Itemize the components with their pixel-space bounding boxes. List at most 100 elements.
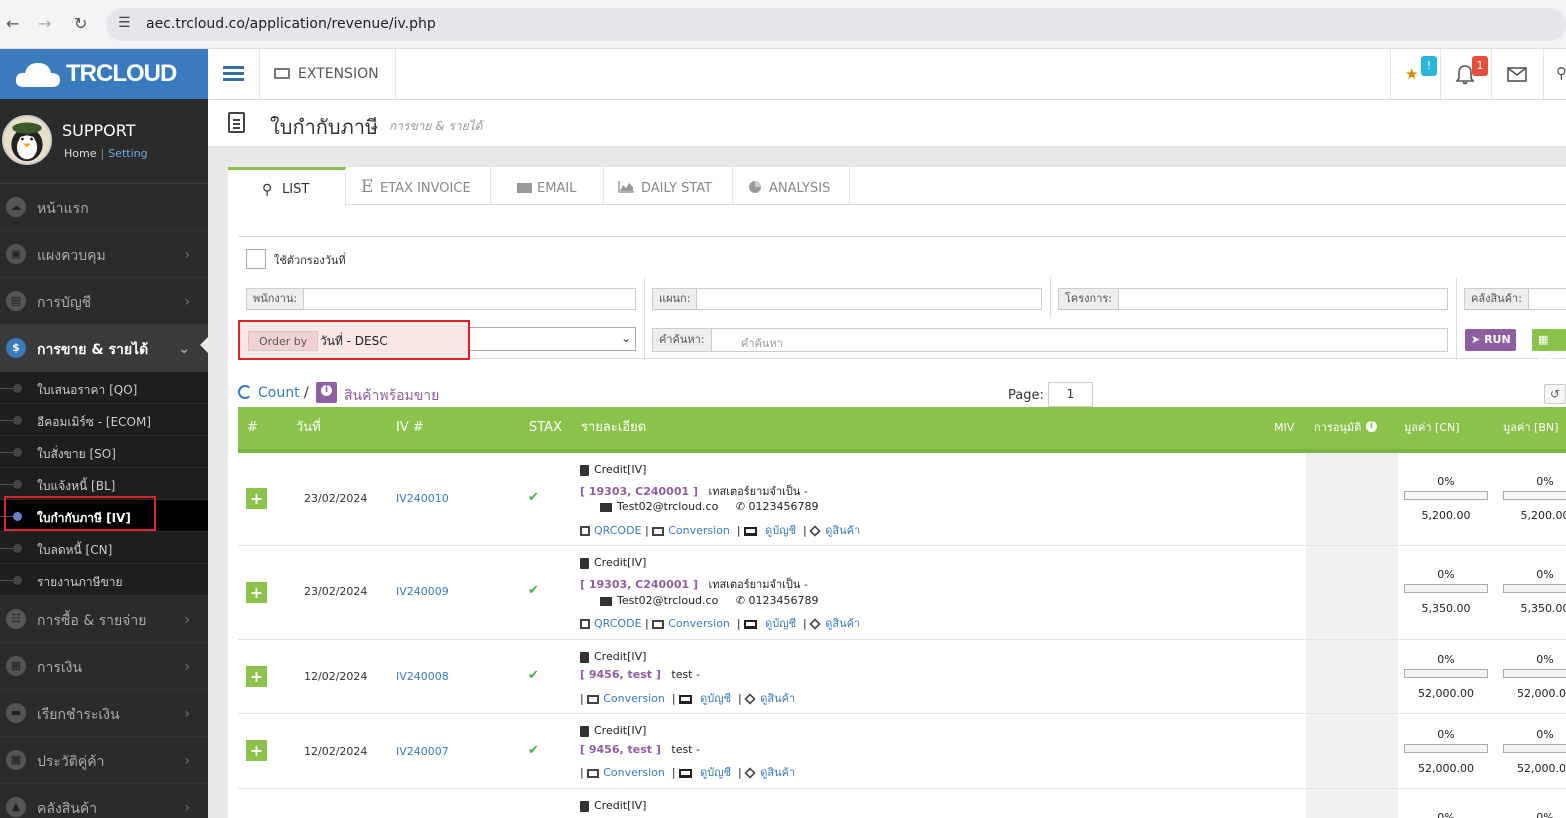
conversion-link[interactable]: Conversion [668,617,730,630]
search-input[interactable]: คำค้นหา: คำค้นหา [652,328,1448,352]
view-account-link[interactable]: ดูบัญชี [765,524,796,537]
tab-list[interactable]: ⚲ LIST [228,167,346,206]
qrcode-link[interactable]: QRCODE [594,617,642,630]
customer-code-link[interactable]: [ 9456, test ] [580,743,661,756]
row-type: Credit[IV] [580,463,646,476]
view-product-link[interactable]: ดูสินค้า [760,766,795,779]
book-icon [580,557,589,569]
row-iv-link[interactable]: IV240010 [396,492,449,505]
site-settings-icon[interactable]: ☰ [118,15,131,31]
department-filter[interactable]: แผนก: [652,288,1042,310]
qrcode-link[interactable]: QRCODE [594,524,642,537]
row-iv-link[interactable]: IV240007 [396,745,449,758]
approval-cell [1306,453,1398,545]
project-filter[interactable]: โครงการ: [1058,288,1448,310]
home-link[interactable]: Home [64,147,96,160]
logo[interactable]: TRCLOUD [0,49,208,99]
expand-button[interactable]: + [246,488,267,509]
search-icon: ⚲ [262,182,273,198]
row-type-text: Credit[IV] [594,650,647,663]
submenu-label: รายงานภาษีขาย [37,575,123,589]
date-filter-checkbox[interactable] [246,249,266,269]
forward-icon[interactable]: → [38,14,51,33]
info-icon: i [321,385,332,396]
row-iv-link[interactable]: IV240009 [396,585,449,598]
menu-item-home[interactable]: ☁ หน้าแรก [0,184,208,231]
conversion-link[interactable]: Conversion [603,766,665,779]
col-iv-number[interactable]: IV # [396,407,424,449]
expand-button[interactable]: + [246,582,267,603]
menu-item-customer[interactable]: ▩ ประวัติคู่ค้า › [0,737,208,784]
menu-item-billing[interactable]: ▬ เรียกชำระเงิน › [0,690,208,737]
news-button[interactable]: ★ ! [1390,49,1440,99]
view-product-link[interactable]: ดูสินค้า [825,617,860,630]
notification-button[interactable]: 1 [1440,49,1491,99]
tab-etax-invoice[interactable]: E ETAX INVOICE [346,167,491,205]
search-icon: ⚲ [1556,64,1566,82]
view-account-link[interactable]: ดูบัญชี [765,617,796,630]
employee-filter[interactable]: พนักงาน: [246,288,636,310]
table-row: Credit[IV] 0% 0% [238,789,1566,818]
menu-item-accounting[interactable]: ▤ การบัญชี › [0,278,208,325]
view-product-link[interactable]: ดูสินค้า [825,524,860,537]
back-icon[interactable]: ← [6,14,19,33]
run-button[interactable]: ➤ RUN [1465,329,1516,351]
row-iv-link[interactable]: IV240008 [396,670,449,683]
submenu-item-tax-report[interactable]: รายงานภาษีขาย [0,564,208,596]
customer-code-link[interactable]: [ 9456, test ] [580,668,661,681]
customer-code-link[interactable]: [ 19303, C240001 ] [580,485,698,498]
reload-icon[interactable]: ↻ [74,14,87,33]
filter-divider [1050,277,1051,317]
chevron-down-icon: ⌄ [620,331,631,345]
avatar[interactable] [2,115,52,165]
hamburger-bar [223,66,244,69]
info-icon[interactable]: i [1366,421,1377,432]
menu-item-purchase[interactable]: ☷ การซื้อ & รายจ่าย › [0,596,208,643]
conversion-link[interactable]: Conversion [603,692,665,705]
expand-button[interactable]: + [246,740,267,761]
url-text: aec.trcloud.co/application/revenue/iv.ph… [146,16,436,32]
menu-item-sales[interactable]: $ การขาย & รายได้ ⌄ [0,325,208,372]
customer-name: test - [671,743,700,756]
progress-bar [1404,584,1488,593]
extension-button[interactable]: EXTENSION [260,49,396,99]
conversion-link[interactable]: Conversion [668,524,730,537]
highlight-box-iv [4,496,156,531]
view-account-link[interactable]: ดูบัญชี [700,692,731,705]
conversion-icon [587,768,600,778]
page-header: ใบกำกับภาษี การขาย & รายได้ [208,100,1566,147]
tab-analysis[interactable]: ANALYSIS [733,167,850,205]
customer-code-link[interactable]: [ 19303, C240001 ] [580,578,698,591]
export-button[interactable]: ▦ EX [1532,329,1566,368]
order-by-select[interactable]: Order by วันที่ - DESC [238,320,470,360]
submenu-item-qo[interactable]: ใบเสนอราคา [QO] [0,372,208,404]
view-account-link[interactable]: ดูบัญชี [700,766,731,779]
count-link[interactable]: Count [258,385,300,401]
order-by-dropdown[interactable]: ⌄ [470,327,636,351]
col-approval: การอนุมัติ [1314,421,1362,434]
col-date[interactable]: วันที่ [296,407,321,449]
search-button[interactable]: ⚲ [1543,49,1566,99]
submenu-item-cn[interactable]: ใบลดหนี้ [CN] [0,532,208,564]
info-button[interactable]: i [316,382,337,403]
row-date: 12/02/2024 [304,670,368,683]
submenu-item-ecom[interactable]: อีคอมเมิร์ซ - [ECOM] [0,404,208,436]
contact-phone: 0123456789 [748,594,819,607]
menu-item-inventory[interactable]: ▲ คลังสินค้า › [0,784,208,818]
tab-daily-stat[interactable]: DAILY STAT [604,167,733,205]
page-input[interactable]: 1 [1048,382,1093,407]
warehouse-filter[interactable]: คลังสินค้า: [1464,288,1566,310]
menu-item-finance[interactable]: ▦ การเงิน › [0,643,208,690]
menu-item-dashboard[interactable]: ▣ แผงควบคุม › [0,231,208,278]
menu-toggle-button[interactable] [208,49,260,99]
submenu-item-so[interactable]: ใบสั่งขาย [SO] [0,436,208,468]
setting-link[interactable]: Setting [108,147,147,160]
pie-chart-icon [749,181,761,193]
view-product-link[interactable]: ดูสินค้า [760,692,795,705]
address-bar[interactable]: ☰ aec.trcloud.co/application/revenue/iv.… [106,8,1566,41]
refresh-icon[interactable]: ↺ [1544,384,1566,404]
ready-stock-link[interactable]: สินค้าพร้อมขาย [344,385,439,407]
expand-button[interactable]: + [246,666,267,687]
messages-button[interactable] [1491,49,1543,99]
tab-email[interactable]: EMAIL [491,167,604,205]
